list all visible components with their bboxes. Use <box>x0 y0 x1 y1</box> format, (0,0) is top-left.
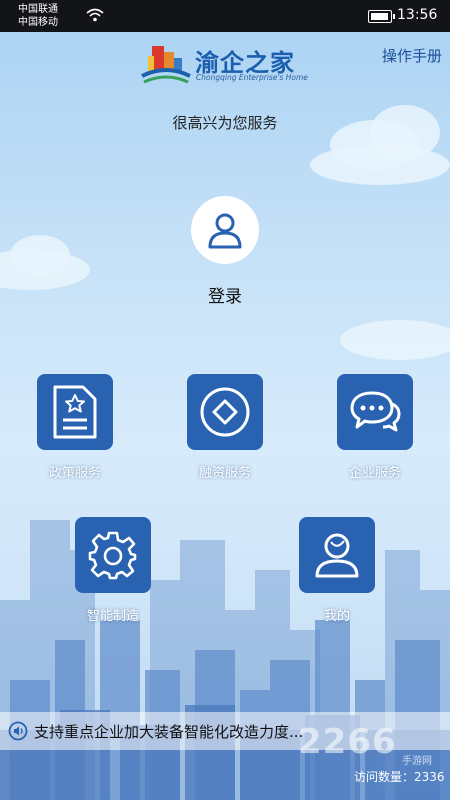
my-profile-label: 我的 <box>323 609 350 624</box>
policy-service-button[interactable] <box>37 374 113 450</box>
cloud-decoration <box>10 235 70 275</box>
carrier-info: 中国联通 中国移动 <box>18 3 58 29</box>
finance-service-button[interactable] <box>187 374 263 450</box>
finance-service-label: 融资服务 <box>198 466 251 481</box>
status-time: 13:56 <box>397 7 438 23</box>
enterprise-service-label: 企业服务 <box>348 466 401 481</box>
carrier-1: 中国联通 <box>18 4 58 15</box>
smart-manufacturing-button[interactable] <box>75 517 151 593</box>
smart-manufacturing-label: 智能制造 <box>86 609 139 624</box>
watermark-number: 2266 <box>298 722 397 762</box>
chat-icon <box>350 391 401 432</box>
welcome-text: 很高兴为您服务 <box>172 114 278 132</box>
wifi-icon <box>86 8 104 22</box>
visit-count: 访问数量：2336 <box>354 770 445 784</box>
logo-emblem-icon <box>141 46 191 84</box>
app-subtitle: Chongqing Enterprise's Home <box>196 73 308 82</box>
policy-document-icon <box>53 385 97 439</box>
carrier-2: 中国移动 <box>18 17 58 28</box>
battery-icon <box>368 10 395 23</box>
manual-link[interactable]: 操作手册 <box>382 45 442 66</box>
cloud-decoration <box>310 145 450 185</box>
login-avatar-button[interactable] <box>191 196 259 264</box>
policy-service-label: 政策服务 <box>48 466 101 481</box>
news-headline[interactable]: 支持重点企业加大装备智能化改造力度... <box>34 721 303 742</box>
watermark-text: 手游网 <box>402 756 432 767</box>
status-bar: 中国联通 中国移动 13:56 <box>0 0 450 32</box>
gear-icon <box>88 531 137 580</box>
profile-icon <box>315 533 359 578</box>
enterprise-service-button[interactable] <box>337 374 413 450</box>
login-label[interactable]: 登录 <box>0 282 450 307</box>
cloud-decoration <box>340 320 450 360</box>
speaker-icon <box>8 721 28 741</box>
coin-icon <box>200 387 250 437</box>
app-logo: 渝企之家 Chongqing Enterprise's Home <box>140 40 330 86</box>
user-icon <box>208 213 242 249</box>
app-screen: 中国联通 中国移动 13:56 渝企之家 Chongqing Enterpris… <box>0 0 450 800</box>
my-profile-button[interactable] <box>299 517 375 593</box>
